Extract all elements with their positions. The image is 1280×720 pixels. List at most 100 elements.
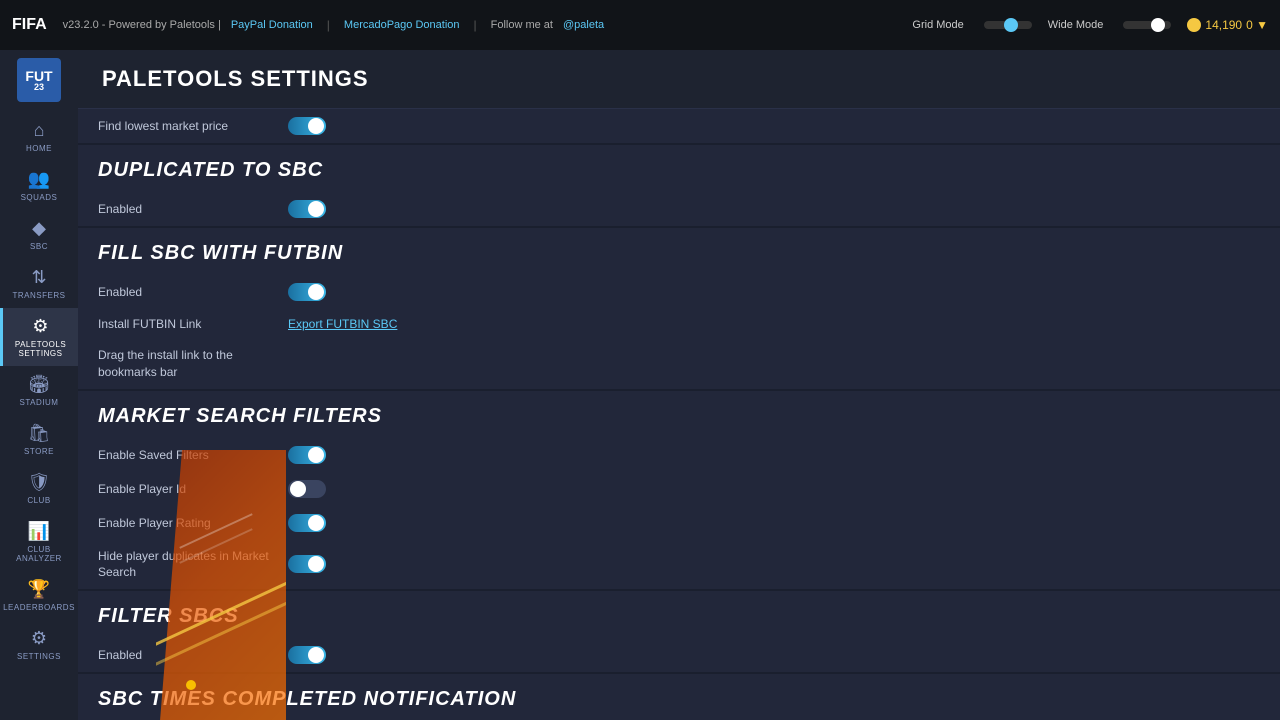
sidebar-item-home[interactable]: ⌂ HOME (0, 112, 78, 161)
row-filter-sbcs-enabled: Enabled (78, 638, 1280, 672)
club-icon: 🛡 (28, 472, 51, 493)
label-player-rating: Enable Player Rating (98, 516, 278, 530)
label-find-lowest: Find lowest market price (98, 119, 278, 133)
sidebar-label-club: CLUB (27, 496, 50, 505)
title-filter-sbcs: FILTER SBCS (78, 591, 1280, 638)
sidebar-item-club-analyzer[interactable]: 📊 CLUB ANALYZER (0, 513, 78, 571)
store-icon: 🛍 (28, 423, 51, 444)
sidebar-item-squads[interactable]: 👥 SQUADS (0, 161, 78, 210)
toggle-thumb-filter-sbcs-enabled (308, 647, 324, 663)
row-duplicated-enabled: Enabled (78, 192, 1280, 226)
content-header: PALETOOLS SETTINGS (78, 50, 1280, 109)
row-find-lowest: Find lowest market price (78, 109, 1280, 143)
sidebar-item-paletools[interactable]: ⚙ PALETOOLS SETTINGS (0, 308, 78, 366)
toggle-thumb-saved-filters (308, 447, 324, 463)
toggle-thumb-player-id (290, 481, 306, 497)
paletools-icon: ⚙ (32, 316, 48, 337)
row-player-id: Enable Player Id (78, 472, 1280, 506)
export-futbin-link[interactable]: Export FUTBIN SBC (288, 317, 397, 331)
grid-mode-slider[interactable] (984, 21, 1032, 29)
paypal-link[interactable]: PayPal Donation (231, 19, 313, 31)
sidebar-item-sbc[interactable]: ◆ SBC (0, 210, 78, 259)
fut-text: FUT (25, 69, 52, 83)
toggle-saved-filters[interactable] (288, 446, 326, 464)
toggle-thumb-fill-enabled (308, 284, 324, 300)
sidebar-item-settings[interactable]: ⚙ SETTINGS (0, 620, 78, 669)
fut-logo: FUT 23 (17, 58, 61, 102)
fifa-logo: FIFA (12, 16, 47, 34)
sidebar-label-paletools: PALETOOLS SETTINGS (7, 340, 74, 358)
mercadopago-link[interactable]: MercadoPago Donation (344, 19, 460, 31)
club-analyzer-icon: 📊 (28, 521, 50, 542)
section-filter-sbcs: FILTER SBCS Enabled (78, 591, 1280, 674)
sidebar-label-settings: SETTINGS (17, 652, 61, 661)
sidebar-label-sbc: SBC (30, 242, 48, 251)
toggle-player-id[interactable] (288, 480, 326, 498)
coins-delta: 0 ▼ (1246, 18, 1268, 32)
sidebar-item-stadium[interactable]: 🏟 STADIUM (0, 366, 78, 415)
scroll-area[interactable]: Find lowest market price DUPLICATED TO S… (78, 109, 1280, 720)
coins-amount: 14,190 (1205, 18, 1242, 32)
sidebar-label-club-analyzer: CLUB ANALYZER (4, 545, 74, 563)
wide-mode-thumb (1151, 18, 1165, 32)
toggle-duplicated-enabled[interactable] (288, 200, 326, 218)
toggle-thumb-player-rating (308, 515, 324, 531)
sidebar-item-store[interactable]: 🛍 STORE (0, 415, 78, 464)
toggle-player-rating[interactable] (288, 514, 326, 532)
paleta-handle-link[interactable]: @paleta (563, 19, 604, 31)
version-text: v23.2.0 - Powered by Paletools | (63, 19, 221, 31)
sidebar-label-leaderboards: LEADERBOARDS (3, 603, 75, 612)
fut23-text: 23 (34, 83, 44, 92)
separator2: | (474, 18, 477, 32)
toggle-filter-sbcs-enabled[interactable] (288, 646, 326, 664)
sbc-icon: ◆ (32, 218, 46, 239)
label-drag-info: Drag the install link to thebookmarks ba… (98, 347, 278, 381)
toggle-thumb-find-lowest (308, 118, 324, 134)
wide-mode-slider[interactable] (1123, 21, 1171, 29)
toggle-thumb-hide-duplicates (308, 556, 324, 572)
toggle-fill-enabled[interactable] (288, 283, 326, 301)
row-hide-duplicates: Hide player duplicates in MarketSearch (78, 540, 1280, 590)
label-duplicated-enabled: Enabled (98, 202, 278, 216)
title-duplicated-sbc: DUPLICATED TO SBC (78, 145, 1280, 192)
row-player-rating: Enable Player Rating (78, 506, 1280, 540)
sidebar: FUT 23 ⌂ HOME 👥 SQUADS ◆ SBC ⇅ TRANSFERS… (0, 50, 78, 720)
title-sbc-notification: SBC TIMES COMPLETED NOTIFICATION (78, 674, 1280, 720)
sidebar-label-transfers: TRANSFERS (13, 291, 66, 300)
row-install-futbin: Install FUTBIN Link Export FUTBIN SBC (78, 309, 1280, 339)
stadium-icon: 🏟 (28, 374, 51, 395)
label-filter-sbcs-enabled: Enabled (98, 648, 278, 662)
label-player-id: Enable Player Id (98, 482, 278, 496)
toggle-hide-duplicates[interactable] (288, 555, 326, 573)
sidebar-item-club[interactable]: 🛡 CLUB (0, 464, 78, 513)
grid-mode-label: Grid Mode (912, 19, 963, 31)
toggle-thumb-duplicated-enabled (308, 201, 324, 217)
leaderboards-icon: 🏆 (28, 579, 50, 600)
label-fill-enabled: Enabled (98, 285, 278, 299)
sidebar-item-leaderboards[interactable]: 🏆 LEADERBOARDS (0, 571, 78, 620)
topbar: FIFA v23.2.0 - Powered by Paletools | Pa… (0, 0, 1280, 50)
settings-icon: ⚙ (31, 628, 47, 649)
title-fill-sbc: FILL SBC WITH FUTBIN (78, 228, 1280, 275)
sidebar-label-squads: SQUADS (21, 193, 58, 202)
transfers-icon: ⇅ (31, 267, 46, 288)
coins-display: 14,190 0 ▼ (1187, 18, 1268, 32)
row-saved-filters: Enable Saved Filters (78, 438, 1280, 472)
sidebar-label-home: HOME (26, 144, 52, 153)
title-market-search: MARKET SEARCH FILTERS (78, 391, 1280, 438)
section-market-search: MARKET SEARCH FILTERS Enable Saved Filte… (78, 391, 1280, 592)
sidebar-label-stadium: STADIUM (20, 398, 59, 407)
coins-icon (1187, 18, 1201, 32)
row-drag-info: Drag the install link to thebookmarks ba… (78, 339, 1280, 389)
label-saved-filters: Enable Saved Filters (98, 448, 278, 462)
label-install-futbin: Install FUTBIN Link (98, 317, 278, 331)
content-area: PALETOOLS SETTINGS Find lowest market pr… (78, 50, 1280, 720)
section-find-lowest: Find lowest market price (78, 109, 1280, 145)
toggle-find-lowest[interactable] (288, 117, 326, 135)
follow-text: Follow me at (491, 19, 553, 31)
main-layout: FUT 23 ⌂ HOME 👥 SQUADS ◆ SBC ⇅ TRANSFERS… (0, 50, 1280, 720)
separator1: | (327, 18, 330, 32)
section-sbc-notification: SBC TIMES COMPLETED NOTIFICATION Enabled (78, 674, 1280, 720)
sidebar-item-transfers[interactable]: ⇅ TRANSFERS (0, 259, 78, 308)
sidebar-label-store: STORE (24, 447, 54, 456)
